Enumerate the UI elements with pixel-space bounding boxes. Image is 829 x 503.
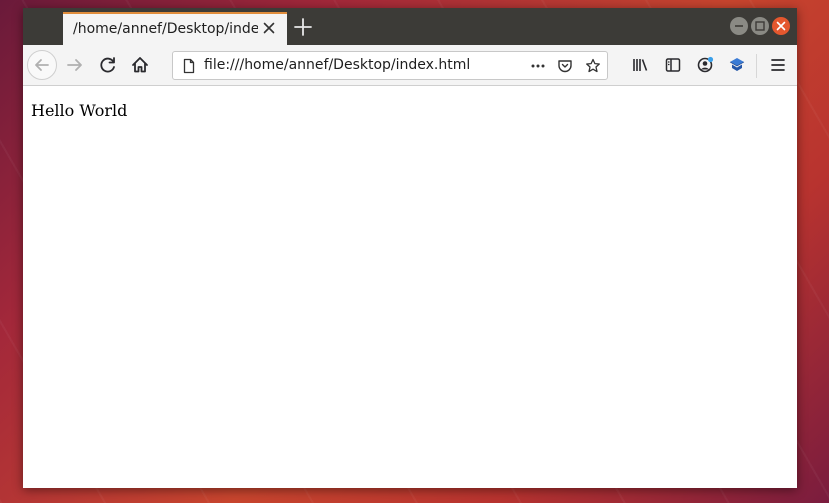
home-button[interactable]	[125, 50, 155, 80]
maximize-window-button[interactable]	[751, 17, 769, 35]
close-tab-icon[interactable]	[261, 20, 277, 36]
library-button[interactable]	[625, 50, 655, 80]
page-icon	[181, 58, 197, 74]
reload-button[interactable]	[93, 50, 123, 80]
account-button[interactable]	[690, 50, 720, 80]
url-bar[interactable]: file:///home/annef/Desktop/index.html	[172, 51, 608, 80]
ellipsis-icon[interactable]	[530, 58, 546, 74]
back-button[interactable]	[27, 50, 57, 80]
hamburger-menu-button[interactable]	[763, 50, 793, 80]
hello-world-text: Hello World	[31, 101, 128, 120]
close-window-button[interactable]	[772, 17, 790, 35]
pocket-icon[interactable]	[557, 58, 573, 74]
star-icon[interactable]	[585, 58, 601, 74]
page-content: Hello World	[23, 86, 797, 488]
tab-title: /home/annef/Desktop/index.html	[73, 21, 258, 37]
extension-button[interactable]	[722, 50, 752, 80]
toolbar-separator	[756, 54, 757, 78]
tab-active[interactable]: /home/annef/Desktop/index.html	[63, 12, 287, 45]
navigation-toolbar: file:///home/annef/Desktop/index.html	[23, 45, 797, 86]
new-tab-button[interactable]	[293, 17, 313, 37]
forward-button[interactable]	[60, 50, 90, 80]
browser-window: /home/annef/Desktop/index.html	[23, 8, 797, 488]
url-text[interactable]: file:///home/annef/Desktop/index.html	[204, 57, 470, 73]
tab-bar: /home/annef/Desktop/index.html	[23, 8, 797, 45]
sidebar-button[interactable]	[658, 50, 688, 80]
minimize-window-button[interactable]	[730, 17, 748, 35]
